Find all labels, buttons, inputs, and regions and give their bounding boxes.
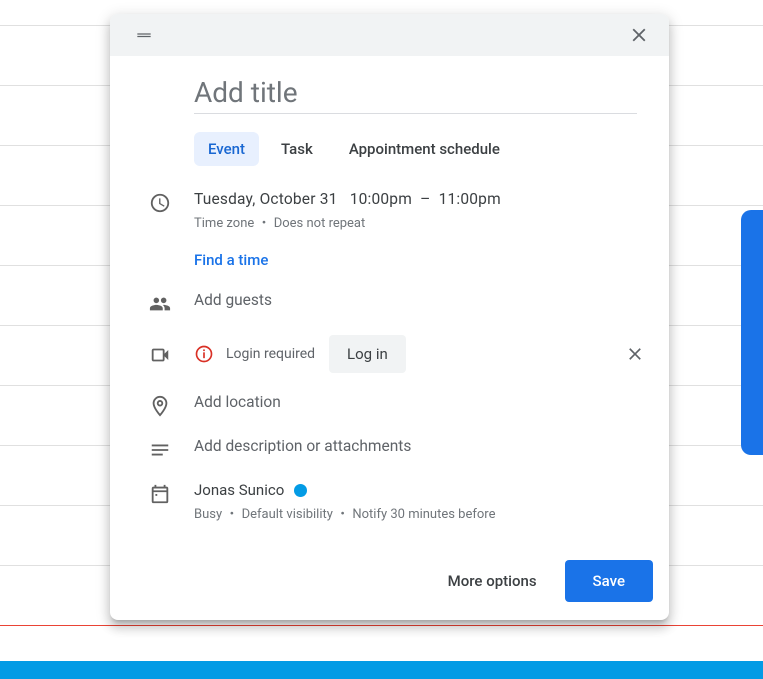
end-time-picker[interactable]: 11:00pm	[439, 190, 501, 208]
quick-create-dialog: Event Task Appointment schedule Tuesday,…	[110, 14, 669, 620]
tab-appointment[interactable]: Appointment schedule	[335, 132, 514, 166]
calendar-color-dot[interactable]	[294, 484, 307, 497]
save-button[interactable]: Save	[565, 560, 653, 602]
find-a-time-button[interactable]: Find a time	[194, 251, 653, 269]
more-options-button[interactable]: More options	[436, 564, 549, 598]
video-icon	[126, 342, 194, 366]
info-warning-icon	[194, 344, 214, 364]
timezone-repeat-label[interactable]: Time zone ・ Does not repeat	[194, 212, 653, 231]
calendar-owner-label[interactable]: Jonas Sunico	[194, 481, 284, 499]
current-event-block	[0, 661, 763, 679]
location-icon	[126, 393, 194, 417]
drag-handle-icon[interactable]	[134, 25, 154, 45]
add-location-button[interactable]: Add location	[194, 393, 653, 411]
side-panel-tab[interactable]	[741, 210, 763, 455]
tab-event[interactable]: Event	[194, 132, 259, 166]
add-guests-button[interactable]: Add guests	[194, 291, 653, 309]
close-icon	[628, 24, 650, 46]
start-time-picker[interactable]: 10:00pm	[350, 190, 412, 208]
dialog-header	[110, 14, 669, 56]
clock-icon	[126, 190, 194, 214]
date-picker[interactable]: Tuesday, October 31	[194, 190, 338, 208]
description-icon	[126, 437, 194, 461]
title-input[interactable]	[194, 72, 637, 114]
calendar-icon	[126, 481, 194, 505]
people-icon	[126, 291, 194, 315]
close-button[interactable]	[621, 17, 657, 53]
add-description-button[interactable]: Add description or attachments	[194, 437, 653, 455]
type-tabs: Event Task Appointment schedule	[194, 132, 653, 166]
login-required-label: Login required	[226, 346, 315, 362]
datetime-display: Tuesday, October 31 10:00pm – 11:00pm	[194, 190, 653, 208]
login-button[interactable]: Log in	[329, 335, 406, 373]
dismiss-video-button[interactable]	[625, 344, 645, 364]
tab-task[interactable]: Task	[267, 132, 327, 166]
availability-visibility-label[interactable]: Busy ・ Default visibility ・ Notify 30 mi…	[194, 503, 653, 522]
